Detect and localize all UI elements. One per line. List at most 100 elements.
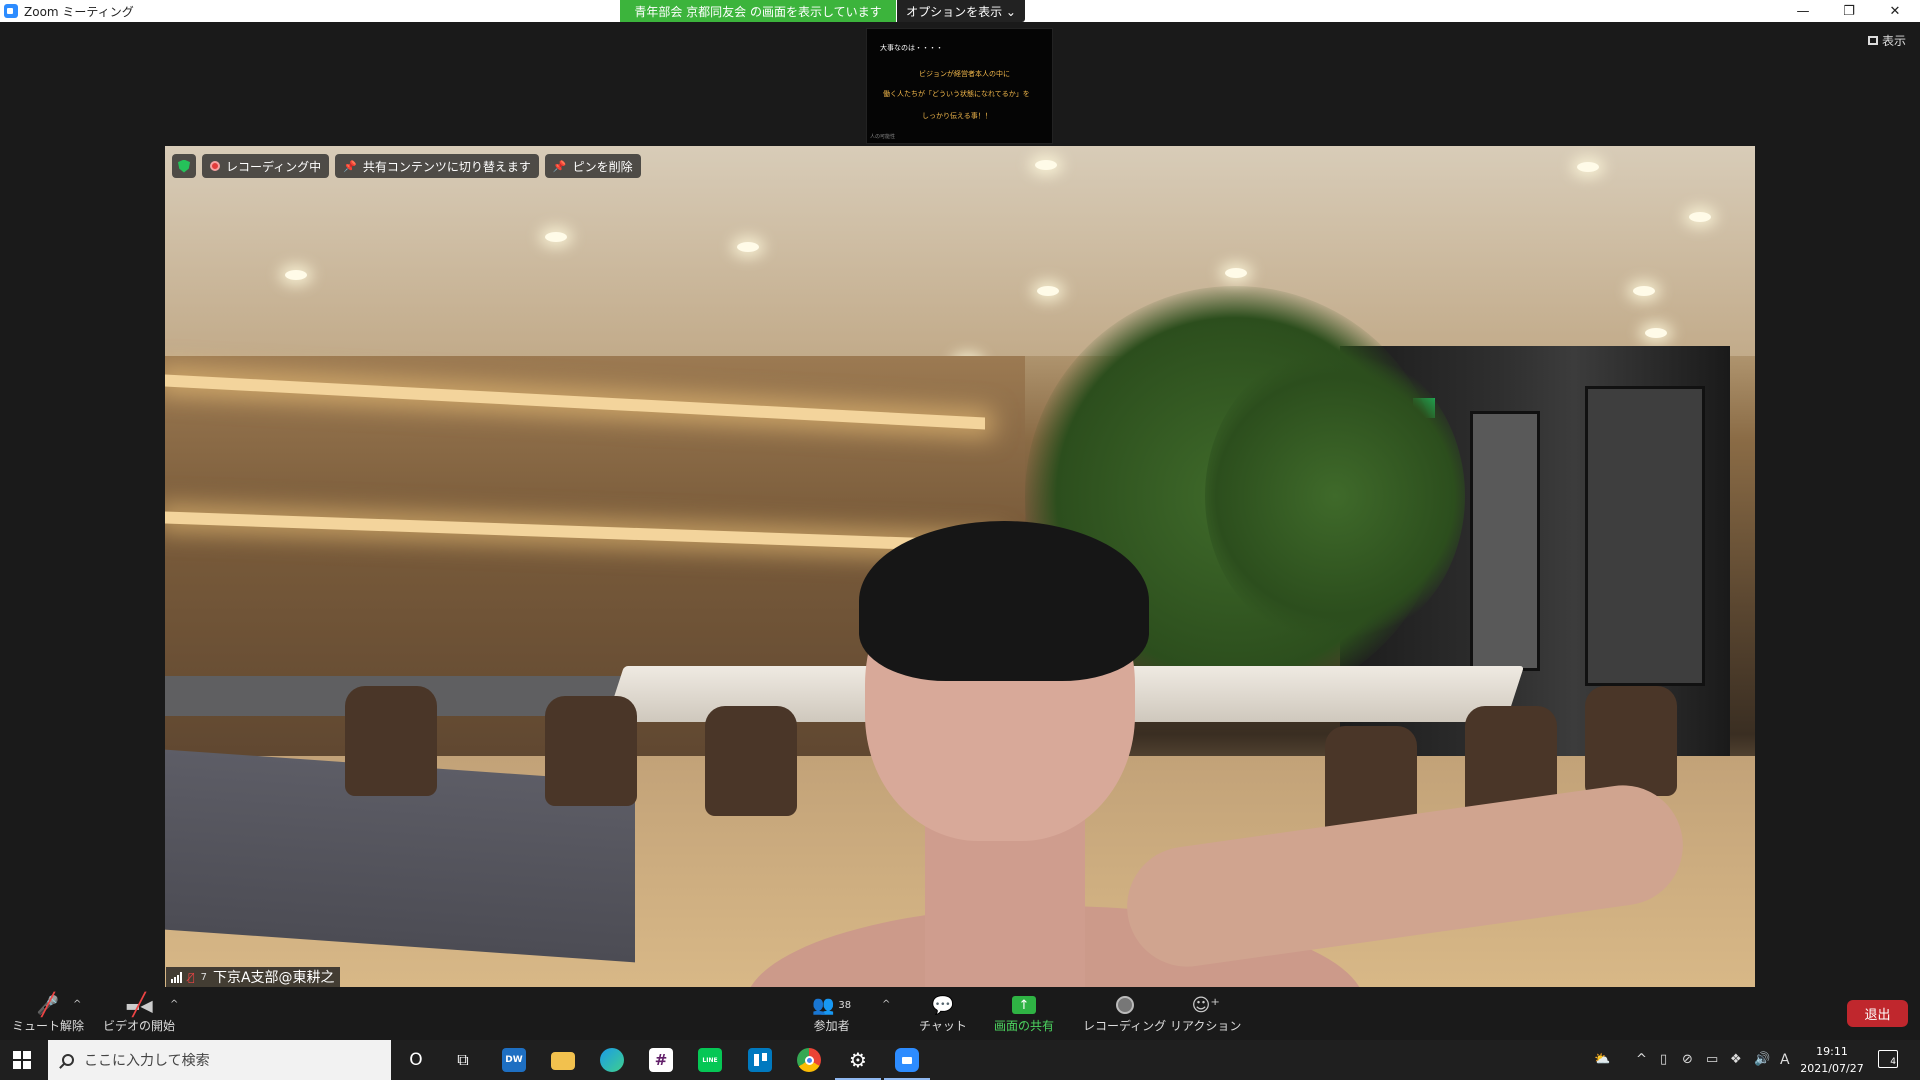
unmute-label: ミュート解除 bbox=[12, 1019, 85, 1033]
window-title: Zoom ミーティング bbox=[24, 4, 134, 19]
video-light bbox=[285, 270, 307, 280]
start-video-label: ビデオの開始 bbox=[103, 1019, 176, 1033]
meeting-toolbar: 🎤 ╱ ミュート解除 ^ ▬◀ ╱ ビデオの開始 ^ 👥 38 参加者 ^ 💬 チャ… bbox=[0, 987, 1920, 1040]
ime-indicator[interactable]: A bbox=[1780, 1052, 1790, 1068]
slack-icon[interactable]: # bbox=[649, 1048, 673, 1072]
mic-muted-icon: 🎙̸ bbox=[188, 970, 195, 984]
thumbnail-line: しっかり伝える事！！ bbox=[922, 112, 992, 120]
show-hidden-icons-chevron-icon[interactable]: ^ bbox=[1636, 1052, 1647, 1067]
chat-button[interactable]: 💬 チャット bbox=[919, 993, 967, 1034]
notification-center-icon[interactable]: 4 bbox=[1878, 1050, 1898, 1068]
video-door bbox=[1470, 411, 1540, 671]
audio-options-caret[interactable]: ^ bbox=[73, 999, 81, 1010]
speaker-name-tag: 🎙̸ 7 下京A支部@東耕之 bbox=[166, 967, 340, 987]
reactions-button[interactable]: ☺⁺ リアクション bbox=[1170, 993, 1241, 1034]
participants-button[interactable]: 👥 38 参加者 bbox=[812, 993, 851, 1034]
line-app-icon[interactable]: LINE bbox=[698, 1048, 722, 1072]
search-icon bbox=[62, 1054, 74, 1066]
tray-security-icon[interactable]: ⊘ bbox=[1682, 1052, 1693, 1067]
video-chair bbox=[705, 706, 797, 816]
windows-start-icon[interactable] bbox=[13, 1051, 31, 1069]
video-door bbox=[1585, 386, 1705, 686]
share-screen-label: 画面の共有 bbox=[994, 1019, 1055, 1033]
unpin-label: ピンを削除 bbox=[572, 159, 633, 174]
search-placeholder: ここに入力して検索 bbox=[84, 1053, 210, 1069]
screen-share-banner: 青年部会 京都同友会 の画面を表示しています bbox=[620, 0, 896, 22]
recording-label: レコーディング中 bbox=[226, 159, 322, 174]
video-light bbox=[1035, 160, 1057, 170]
video-plant bbox=[1205, 346, 1465, 646]
taskbar-search-box[interactable]: ここに入力して検索 bbox=[48, 1040, 391, 1080]
signal-strength-icon bbox=[171, 971, 182, 983]
tray-device-icon[interactable]: ▯ bbox=[1660, 1052, 1667, 1067]
record-icon bbox=[210, 161, 220, 171]
start-video-button[interactable]: ▬◀ ╱ ビデオの開始 bbox=[103, 993, 175, 1034]
thumbnail-line: 大事なのは・・・・ bbox=[880, 44, 943, 52]
video-light bbox=[1225, 268, 1247, 278]
pin-icon: 📌 bbox=[343, 159, 357, 173]
trello-icon[interactable] bbox=[748, 1048, 772, 1072]
view-options-button[interactable]: オプションを表示 ⌄ bbox=[897, 0, 1025, 22]
network-icon[interactable]: ▭ bbox=[1706, 1052, 1718, 1067]
unpin-button[interactable]: 📌 ピンを削除 bbox=[544, 154, 641, 178]
minimize-button[interactable]: — bbox=[1780, 0, 1826, 22]
task-view-icon[interactable]: ⧉ bbox=[451, 1048, 475, 1072]
video-chair bbox=[1585, 686, 1677, 796]
speaker-name: 下京A支部@東耕之 bbox=[212, 970, 335, 986]
chat-icon: 💬 bbox=[931, 994, 955, 1016]
chrome-icon[interactable] bbox=[797, 1048, 821, 1072]
file-explorer-icon[interactable] bbox=[551, 1052, 575, 1070]
weather-icon[interactable]: ⛅ bbox=[1594, 1052, 1610, 1067]
zoom-taskbar-icon[interactable] bbox=[895, 1048, 919, 1072]
video-light bbox=[545, 232, 567, 242]
clock-date: 2021/07/27 bbox=[1800, 1062, 1864, 1075]
view-mode-label: 表示 bbox=[1881, 34, 1906, 48]
edge-browser-icon[interactable] bbox=[600, 1048, 624, 1072]
zoom-app-icon bbox=[4, 4, 18, 18]
recording-indicator[interactable]: レコーディング中 bbox=[202, 154, 330, 178]
encryption-badge[interactable] bbox=[172, 154, 196, 178]
minimize-icon: — bbox=[1796, 3, 1810, 19]
record-button[interactable]: レコーディング bbox=[1083, 993, 1166, 1034]
restore-icon: ❐ bbox=[1843, 3, 1855, 19]
share-screen-icon-wrap: ↑ bbox=[1012, 993, 1036, 1017]
cortana-icon[interactable]: O bbox=[404, 1048, 428, 1072]
volume-icon[interactable]: 🔊 bbox=[1754, 1052, 1770, 1067]
view-mode-button[interactable]: 表示 bbox=[1867, 32, 1906, 49]
notification-count: 4 bbox=[1890, 1057, 1896, 1067]
grid-icon bbox=[1867, 36, 1878, 45]
dropbox-icon[interactable]: ❖ bbox=[1730, 1052, 1742, 1067]
video-light bbox=[737, 242, 759, 252]
restore-button[interactable]: ❐ bbox=[1826, 0, 1872, 22]
record-circle-icon bbox=[1115, 996, 1134, 1014]
settings-gear-icon[interactable]: ⚙ bbox=[846, 1048, 870, 1072]
record-label: レコーディング bbox=[1083, 1019, 1167, 1033]
share-screen-button[interactable]: ↑ 画面の共有 bbox=[994, 993, 1054, 1034]
video-overlay-badges: レコーディング中 📌 共有コンテンツに切り替えます 📌 ピンを削除 bbox=[172, 154, 641, 178]
video-light bbox=[1037, 286, 1059, 296]
person-hair bbox=[859, 521, 1149, 681]
taskbar-clock[interactable]: 19:11 2021/07/27 bbox=[1796, 1043, 1868, 1077]
switch-to-shared-content-button[interactable]: 📌 共有コンテンツに切り替えます bbox=[335, 154, 539, 178]
pin-icon: 📌 bbox=[552, 159, 567, 173]
dw-app-icon[interactable]: DW bbox=[502, 1048, 526, 1072]
video-chair bbox=[545, 696, 637, 806]
chat-label: チャット bbox=[919, 1019, 967, 1033]
video-off-icon: ▬◀ ╱ bbox=[125, 992, 153, 1018]
video-light bbox=[1689, 212, 1711, 222]
clock-time: 19:11 bbox=[1816, 1045, 1848, 1058]
participants-icon: 👥 38 bbox=[812, 994, 852, 1016]
close-button[interactable]: ✕ bbox=[1872, 0, 1918, 22]
thumbnail-line: ビジョンが経営者本人の中に bbox=[919, 70, 1010, 78]
leave-meeting-button[interactable]: 退出 bbox=[1847, 1000, 1908, 1027]
video-options-caret[interactable]: ^ bbox=[170, 999, 178, 1010]
shared-screen-thumbnail[interactable]: 大事なのは・・・・ ビジョンが経営者本人の中に 働く人たちが「どういう状態になれ… bbox=[866, 28, 1053, 144]
speaker-number: 7 bbox=[200, 971, 207, 983]
participants-options-caret[interactable]: ^ bbox=[882, 999, 890, 1010]
reactions-label: リアクション bbox=[1170, 1019, 1242, 1033]
mic-off-icon: 🎤 ╱ bbox=[36, 992, 60, 1018]
windows-taskbar: ここに入力して検索 O ⧉ DW # LINE ⚙ ⛅ ^ ▯ ⊘ ▭ ❖ 🔊 … bbox=[0, 1040, 1920, 1080]
video-light bbox=[1633, 286, 1655, 296]
active-speaker-video[interactable] bbox=[165, 146, 1755, 987]
thumbnail-footer: 人の可能性 bbox=[870, 134, 896, 140]
